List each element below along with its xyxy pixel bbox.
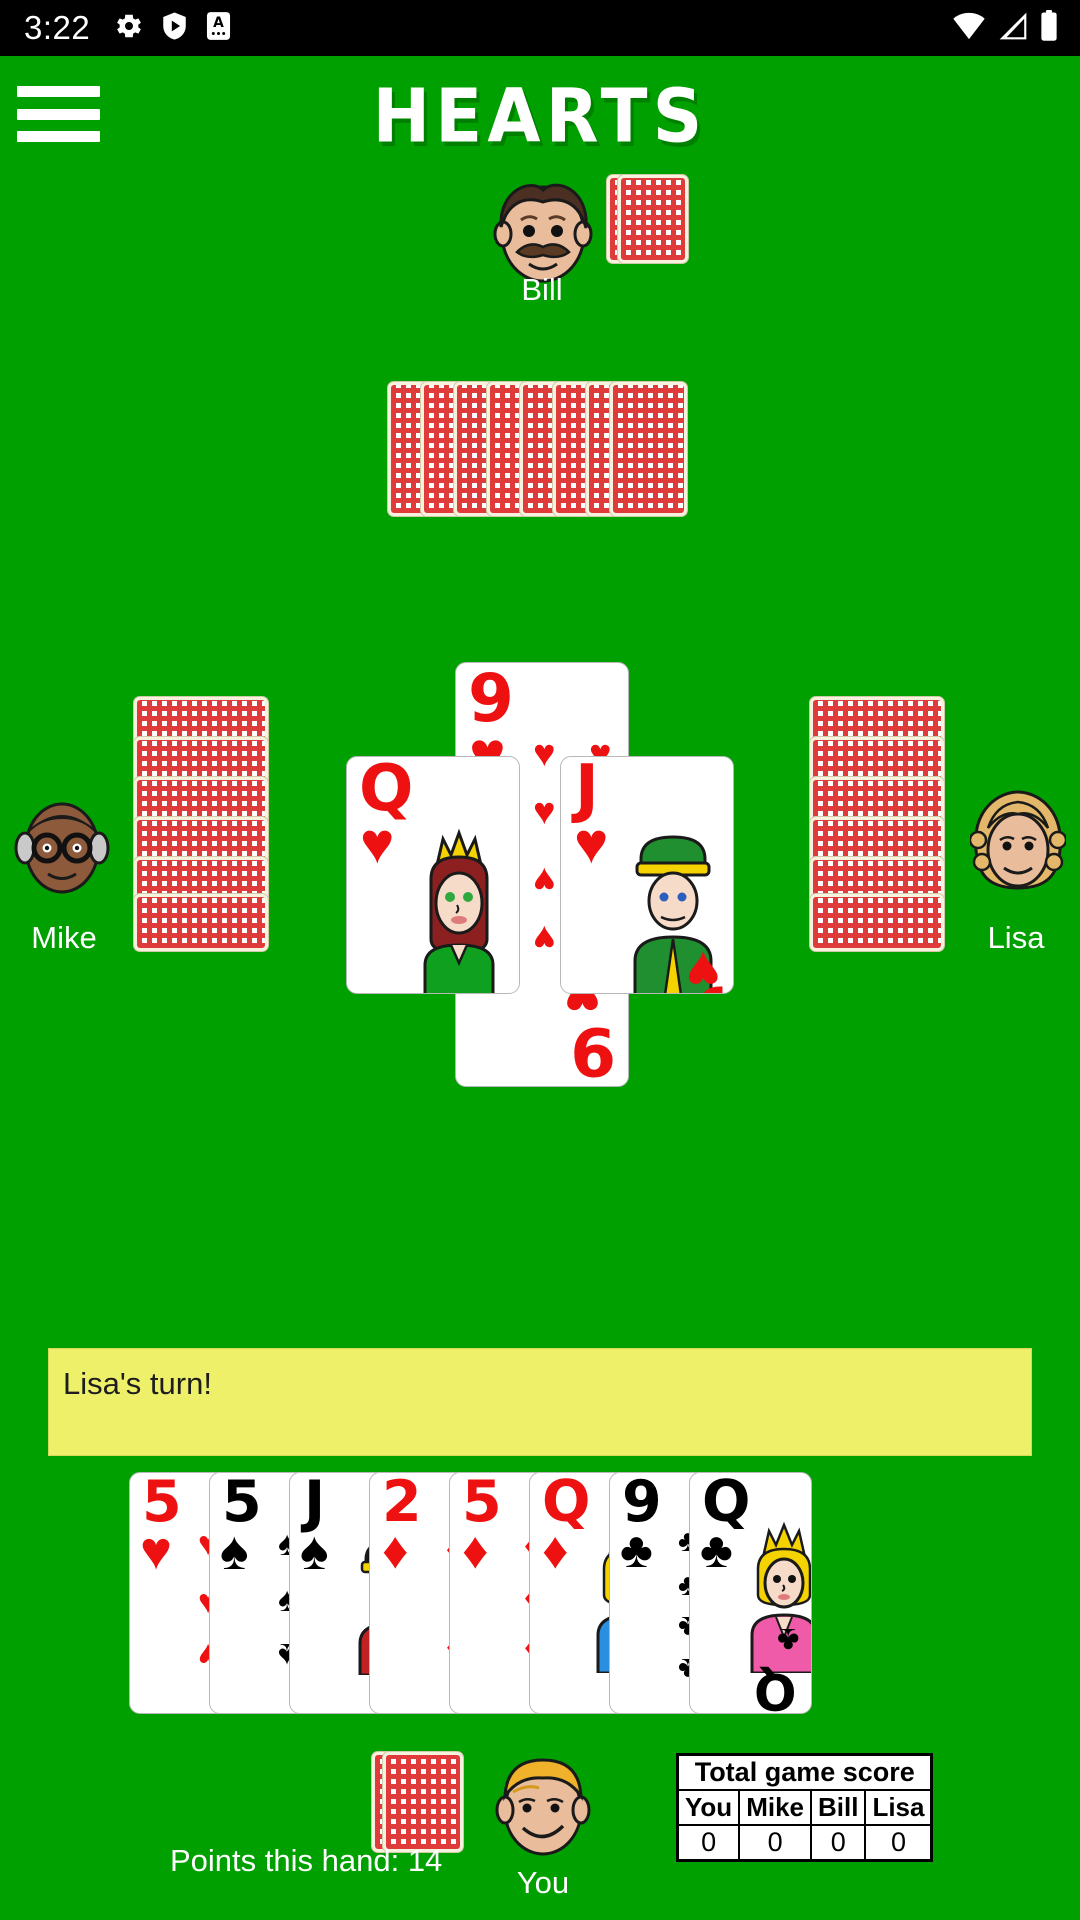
status-bar-right-icons: [952, 9, 1058, 47]
card-rank-label: 2: [382, 1472, 422, 1535]
you-taken-card: [383, 1752, 463, 1852]
card-rank-9-hearts-inverted: 9: [570, 1012, 616, 1087]
club-pip: ♣: [700, 1522, 733, 1578]
status-bar-clock: 3:22: [24, 9, 91, 46]
lisa-avatar: [968, 788, 1068, 900]
status-bar: 3:22 A: [0, 0, 1080, 56]
score-header-mike: Mike: [738, 1789, 812, 1826]
heart-pip: ♥: [574, 811, 609, 876]
battery-icon: [1040, 9, 1058, 47]
heart-pip: ♥: [140, 1521, 173, 1581]
score-table-title: Total game score: [676, 1753, 933, 1791]
card-rank-q-hearts: Q: [359, 756, 414, 826]
bill-taken-card: [618, 175, 688, 263]
spade-pip: ♠: [220, 1521, 249, 1581]
points-this-hand-label: Points this hand: 14: [170, 1843, 443, 1878]
app-notification-icon: A: [205, 11, 232, 46]
play-protect-icon: [161, 11, 188, 46]
club-pip-inverted: ♣: [776, 1621, 799, 1659]
card-rank-label: 5: [462, 1472, 502, 1535]
score-value-you: 0: [676, 1824, 741, 1862]
score-table-header-row: You Mike Bill Lisa: [676, 1789, 933, 1826]
card-rank-label: Q: [542, 1472, 591, 1535]
score-header-lisa: Lisa: [864, 1789, 933, 1826]
card-back: [810, 894, 944, 951]
club-pip: ♣: [620, 1522, 653, 1578]
you-avatar: [493, 1752, 593, 1858]
score-header-you: You: [676, 1789, 741, 1826]
heart-pip: ♥: [533, 733, 556, 775]
spade-pip: ♠: [300, 1521, 329, 1581]
gear-icon: [114, 11, 144, 46]
score-header-bill: Bill: [809, 1789, 867, 1826]
heart-pip: ♥: [533, 791, 556, 833]
hand-card-q-clubs[interactable]: Q ♣ ♣ Q: [689, 1472, 812, 1714]
bill-avatar: [487, 172, 599, 284]
queen-hearts-figure: [423, 828, 495, 993]
score-value-mike: 0: [738, 1824, 812, 1862]
diamond-pip: ♦: [462, 1522, 489, 1580]
cell-signal-icon: [997, 11, 1029, 46]
heart-pip: ♥: [533, 859, 556, 901]
score-table-value-row: 0 0 0 0: [676, 1824, 933, 1862]
card-back: [134, 894, 268, 951]
player-name-bill: Bill: [521, 272, 563, 307]
trick-card-west: Q ♥: [346, 756, 520, 994]
heart-pip: ♥: [533, 917, 556, 959]
diamond-pip: ♦: [542, 1522, 569, 1580]
wifi-icon: [952, 11, 986, 46]
card-rank-label-inverted: Q: [754, 1662, 797, 1714]
score-value-lisa: 0: [864, 1824, 933, 1862]
player-name-mike: Mike: [31, 920, 97, 955]
player-name-you: You: [516, 1865, 570, 1900]
score-value-bill: 0: [809, 1824, 867, 1862]
score-table-title-row: Total game score: [676, 1753, 933, 1791]
status-bar-left-icons: A: [114, 11, 232, 46]
score-table: Total game score You Mike Bill Lisa 0 0 …: [676, 1753, 934, 1862]
card-rank-label: 9: [622, 1472, 662, 1535]
card-rank-j-hearts: J: [575, 756, 599, 826]
player-name-lisa: Lisa: [987, 920, 1045, 955]
app-bar: HEARTS: [0, 56, 1080, 174]
status-message-box: Lisa's turn!: [48, 1348, 1032, 1456]
svg-text:A: A: [213, 15, 224, 31]
diamond-pip: ♦: [382, 1522, 409, 1580]
card-rank-label: Q: [702, 1472, 751, 1535]
status-message-text: Lisa's turn!: [63, 1366, 212, 1401]
page-title: HEARTS: [372, 73, 708, 160]
mike-avatar: [14, 790, 110, 900]
heart-pip: ♥: [360, 811, 395, 876]
card-back: [610, 382, 687, 516]
trick-card-east: J ♥ ♥ J: [560, 756, 734, 994]
card-rank-j-hearts-inverted: J: [695, 984, 719, 993]
